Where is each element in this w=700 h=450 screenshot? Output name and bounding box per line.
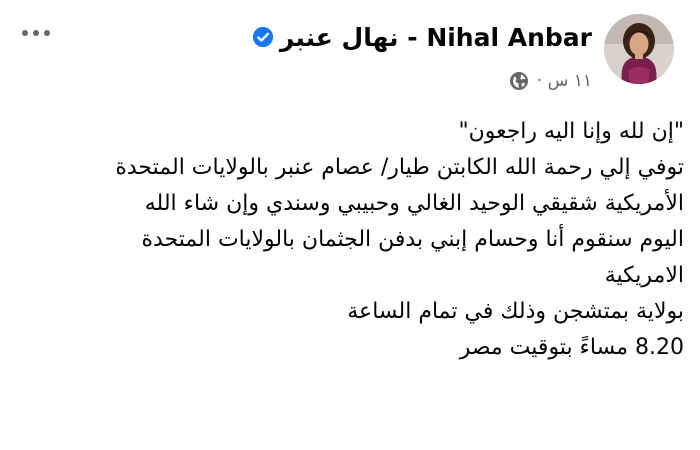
post-text-line: 8.20 مساءً بتوقيت مصر <box>459 335 684 360</box>
post-text-line: الامريكية <box>604 263 684 288</box>
post-meta-row: ١١ س · <box>509 68 592 94</box>
post-text-line: الأمريكية شقيقي الوحيد الغالي وحبيبي وسن… <box>144 191 684 216</box>
post-timestamp-link[interactable]: ١١ س · <box>537 71 592 91</box>
post-text-line: اليوم سنقوم أنا وحسام إبني بدفن الجثمان … <box>141 227 685 252</box>
more-dot-icon <box>22 30 28 36</box>
post-text: "إن لله وإنا اليه راجعون" توفي إلي رحمة … <box>14 114 684 366</box>
profile-photo-icon <box>604 14 674 84</box>
post-text-line: "إن لله وإنا اليه راجعون" <box>458 119 684 144</box>
more-dot-icon <box>44 30 50 36</box>
verified-badge-icon <box>252 26 273 48</box>
facebook-post: نهال عنبر - Nihal Anbar ١١ س · "إن لله و… <box>0 0 700 450</box>
post-text-line: توفي إلي رحمة الله الكابتن طيار/ عصام عن… <box>115 155 684 180</box>
more-options-button[interactable] <box>14 20 58 46</box>
more-dot-icon <box>33 30 39 36</box>
author-name-link[interactable]: نهال عنبر - Nihal Anbar <box>280 23 592 52</box>
author-avatar[interactable] <box>604 14 674 84</box>
globe-icon[interactable] <box>509 71 529 91</box>
post-text-line: بولاية بمتشجن وذلك في تمام الساعة <box>347 299 684 324</box>
post-author-row: نهال عنبر - Nihal Anbar <box>252 20 592 54</box>
